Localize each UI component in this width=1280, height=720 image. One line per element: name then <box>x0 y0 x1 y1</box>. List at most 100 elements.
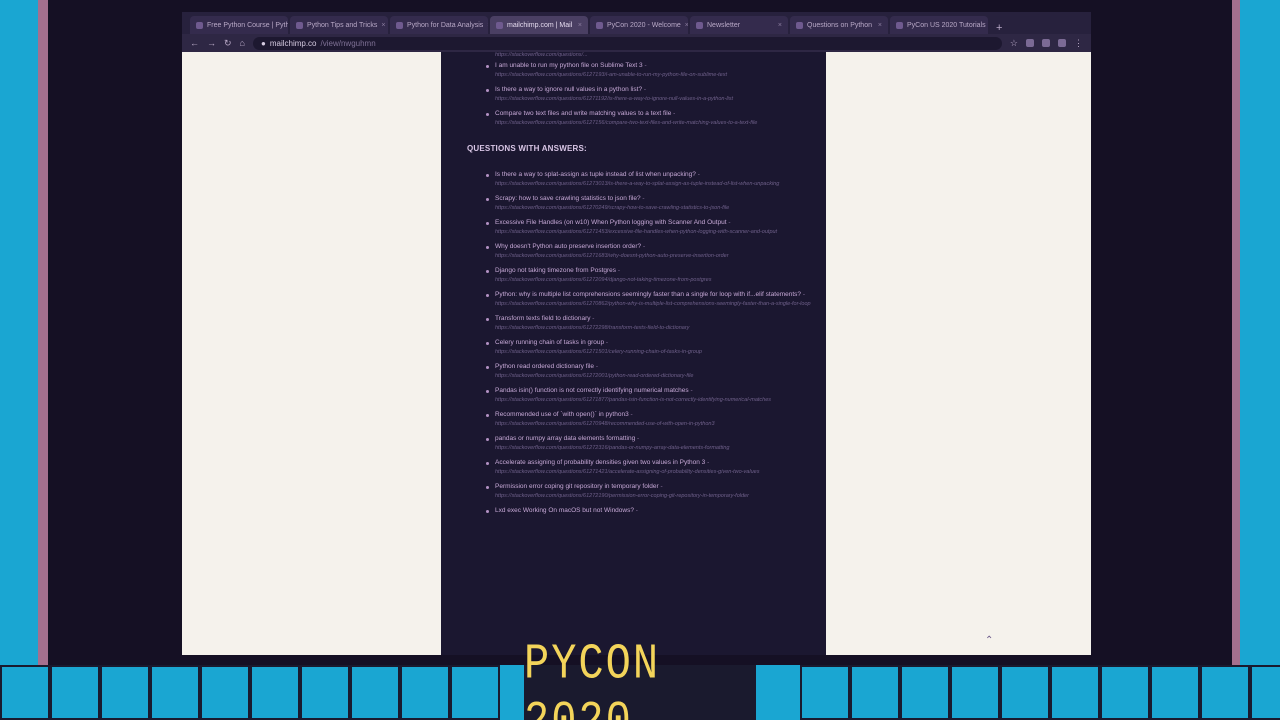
separator: - <box>671 110 676 117</box>
question-item: Django not taking timezone from Postgres… <box>486 266 812 285</box>
browser-tab[interactable]: Newsletter × <box>690 16 788 34</box>
menu-icon[interactable]: ⋮ <box>1074 38 1083 49</box>
star-icon[interactable]: ☆ <box>1010 38 1018 49</box>
separator: - <box>628 411 633 418</box>
separator: - <box>801 291 805 298</box>
separator: - <box>695 171 700 178</box>
browser-tab[interactable]: Python for Data Analysis× <box>390 16 488 34</box>
tab-label: Free Python Course | Pytho <box>207 21 288 29</box>
question-url-link[interactable]: https://stackoverflow.com/questions/6127… <box>495 119 812 128</box>
question-title-link[interactable]: Is there a way to splat-assign as tuple … <box>495 171 696 178</box>
extension-icon[interactable] <box>1026 39 1034 47</box>
tab-close-icon[interactable]: × <box>778 22 782 29</box>
banner-pattern-tile <box>850 665 900 720</box>
browser-tab[interactable]: PyCon US 2020 Tutorials× <box>890 16 988 34</box>
question-title-link[interactable]: Transform texts field to dictionary <box>495 315 591 322</box>
extension-icon[interactable] <box>1042 39 1050 47</box>
question-title-link[interactable]: Excessive File Handles (on w10) When Pyt… <box>495 219 727 226</box>
tab-label: Questions on Python <box>807 21 872 29</box>
question-url-link[interactable]: https://stackoverflow.com/questions/6127… <box>495 468 812 477</box>
separator: - <box>688 387 693 394</box>
question-title-link[interactable]: pandas or numpy array data elements form… <box>495 435 635 442</box>
browser-tab[interactable]: Free Python Course | Pytho× <box>190 16 288 34</box>
tab-favicon-icon <box>296 21 303 29</box>
question-url-link[interactable]: https://stackoverflow.com/questions/6127… <box>495 324 812 333</box>
question-title-link[interactable]: Accelerate assigning of probability dens… <box>495 459 705 466</box>
browser-tab[interactable]: PyCon 2020 - Welcome × <box>590 16 688 34</box>
question-title-link[interactable]: Celery running chain of tasks in group <box>495 339 604 346</box>
question-url-link[interactable]: https://stackoverflow.com/questions/6127… <box>495 228 812 237</box>
banner-pattern-tile <box>50 665 100 720</box>
question-item: Excessive File Handles (on w10) When Pyt… <box>486 218 812 237</box>
top-stub-url[interactable]: https://stackoverflow.com/questions/... <box>495 52 812 61</box>
question-title-link[interactable]: Why doesn't Python auto preserve inserti… <box>495 243 641 250</box>
question-title-link[interactable]: Compare two text files and write matchin… <box>495 110 671 117</box>
question-title-link[interactable]: Scrapy: how to save crawling statistics … <box>495 195 641 202</box>
question-item: Accelerate assigning of probability dens… <box>486 458 812 477</box>
browser-tab[interactable]: Questions on Python × <box>790 16 888 34</box>
question-url-link[interactable]: https://stackoverflow.com/questions/6127… <box>495 276 812 285</box>
banner-pattern-tile <box>1000 665 1050 720</box>
question-item: Is there a way to splat-assign as tuple … <box>486 170 812 189</box>
banner-pattern-tile <box>250 665 300 720</box>
question-url-link[interactable]: https://stackoverflow.com/questions/6127… <box>495 71 812 80</box>
question-title-link[interactable]: Lxd exec Working On macOS but not Window… <box>495 507 634 514</box>
browser-tab[interactable]: mailchimp.com | Mail × <box>490 16 588 34</box>
question-item: Compare two text files and write matchin… <box>486 109 812 128</box>
top-question-list: I am unable to run my python file on Sub… <box>486 61 812 128</box>
question-url-link[interactable]: https://stackoverflow.com/questions/6127… <box>495 180 812 189</box>
tab-favicon-icon <box>396 21 403 29</box>
reload-icon[interactable]: ↻ <box>224 38 232 49</box>
pycon-logo: PYCON 2020 <box>524 635 756 720</box>
tab-label: Newsletter <box>707 21 741 29</box>
tab-favicon-icon <box>596 21 603 29</box>
stage-left-blue <box>0 0 38 665</box>
tab-strip: Free Python Course | Pytho×Python Tips a… <box>182 12 1091 34</box>
question-url-link[interactable]: https://stackoverflow.com/questions/6127… <box>495 300 812 309</box>
scroll-to-top-icon[interactable]: ⌃ <box>985 635 993 646</box>
question-title-link[interactable]: Python read ordered dictionary file <box>495 363 594 370</box>
address-bar[interactable]: ● mailchimp.co/view/nwguhmn <box>252 36 1002 50</box>
banner-pattern-tile <box>1050 665 1100 720</box>
question-title-link[interactable]: I am unable to run my python file on Sub… <box>495 62 643 69</box>
banner-pattern-tile <box>150 665 200 720</box>
tab-label: Python for Data Analysis <box>407 21 484 29</box>
new-tab-icon[interactable]: + <box>990 22 1008 34</box>
question-url-link[interactable]: https://stackoverflow.com/questions/6127… <box>495 444 812 453</box>
extension-icon[interactable] <box>1058 39 1066 47</box>
back-icon[interactable]: ← <box>190 38 199 48</box>
question-title-link[interactable]: Recommended use of `with open()` in pyth… <box>495 411 629 418</box>
separator: - <box>635 435 640 442</box>
question-url-link[interactable]: https://stackoverflow.com/questions/6127… <box>495 252 812 261</box>
question-url-link[interactable]: https://stackoverflow.com/questions/6127… <box>495 348 812 357</box>
stage-right-blue <box>1240 0 1280 665</box>
browser-toolbar: ← → ↻ ⌂ ● mailchimp.co/view/nwguhmn ☆ ⋮ <box>182 34 1091 52</box>
question-url-link[interactable]: https://stackoverflow.com/questions/6127… <box>495 372 812 381</box>
address-path: /view/nwguhmn <box>320 38 376 48</box>
question-title-link[interactable]: Pandas isin() function is not correctly … <box>495 387 689 394</box>
question-title-link[interactable]: Django not taking timezone from Postgres <box>495 267 616 274</box>
question-url-link[interactable]: https://stackoverflow.com/questions/6127… <box>495 204 812 213</box>
question-title-link[interactable]: Permission error coping git repository i… <box>495 483 659 490</box>
question-title-link[interactable]: Python: why is multiple list comprehensi… <box>495 291 801 298</box>
question-item: Pandas isin() function is not correctly … <box>486 386 812 405</box>
banner-pattern-tile <box>1200 665 1250 720</box>
tab-close-icon[interactable]: × <box>685 22 688 29</box>
browser-tab[interactable]: Python Tips and Tricks × <box>290 16 388 34</box>
forward-icon[interactable]: → <box>207 38 216 48</box>
question-item: Permission error coping git repository i… <box>486 482 812 501</box>
separator: - <box>640 195 645 202</box>
question-url-link[interactable]: https://stackoverflow.com/questions/6127… <box>495 95 812 104</box>
tab-close-icon[interactable]: × <box>381 22 385 29</box>
tab-close-icon[interactable]: × <box>487 22 488 29</box>
question-title-link[interactable]: Is there a way to ignore null values in … <box>495 86 642 93</box>
question-url-link[interactable]: https://stackoverflow.com/questions/6127… <box>495 492 812 501</box>
tab-close-icon[interactable]: × <box>578 22 582 29</box>
home-icon[interactable]: ⌂ <box>240 38 245 48</box>
tab-close-icon[interactable]: × <box>878 22 882 29</box>
question-url-link[interactable]: https://stackoverflow.com/questions/6127… <box>495 396 812 405</box>
question-url-link[interactable]: https://stackoverflow.com/questions/6127… <box>495 420 812 429</box>
browser-window: Free Python Course | Pytho×Python Tips a… <box>182 12 1091 655</box>
tab-favicon-icon <box>196 21 203 29</box>
separator: - <box>633 507 638 514</box>
